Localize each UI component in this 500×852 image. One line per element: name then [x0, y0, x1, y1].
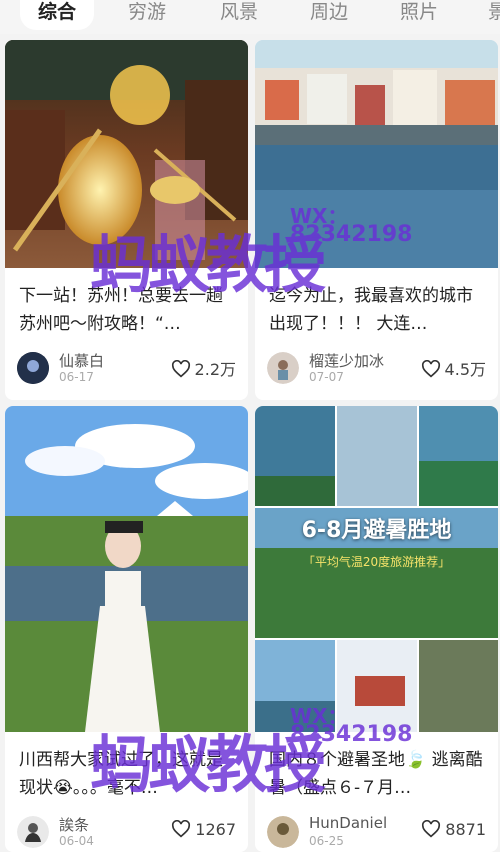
- card-meta: 誒条 06-04 1267: [17, 814, 236, 850]
- like-count: 4.5万: [444, 360, 486, 379]
- post-date: 06-25: [309, 834, 344, 848]
- like-button[interactable]: 4.5万: [421, 356, 486, 382]
- avatar[interactable]: [17, 352, 49, 384]
- heart-outline-icon: [421, 819, 441, 842]
- author-name[interactable]: 誒条: [59, 814, 89, 835]
- feed-card[interactable]: 川西帮大家试过了，这就是现状😭。。。毫不… 誒条 06-04 1267: [5, 406, 248, 852]
- card-title[interactable]: 国内８个避暑圣地🍃 逃离酷暑（盛点６-７月…: [269, 746, 488, 802]
- tab-nearby[interactable]: 周边: [310, 0, 348, 30]
- tab-more[interactable]: 景: [488, 0, 500, 30]
- poster-subhead: 「平均气温20度旅游推荐」: [302, 555, 451, 569]
- poster-headline: 6-8月避暑胜地: [301, 518, 452, 543]
- category-tabs: 综合 穷游 风景 周边 照片 景: [0, 0, 500, 34]
- card-cover-image[interactable]: [255, 40, 498, 268]
- post-date: 06-04: [59, 834, 94, 848]
- post-date: 06-17: [59, 370, 94, 384]
- tab-budget-travel[interactable]: 穷游: [128, 0, 166, 30]
- like-button[interactable]: 8871: [421, 819, 486, 842]
- heart-outline-icon: [421, 359, 441, 382]
- feed-card[interactable]: 下一站！苏州！总要去一趟苏州吧～附攻略！“… 仙慕白 06-17 2.2万: [5, 40, 248, 400]
- post-date: 07-07: [309, 370, 344, 384]
- feed-card[interactable]: 6-8月避暑胜地 「平均气温20度旅游推荐」 国内８个避暑圣地🍃 逃离酷暑（盛点…: [255, 406, 498, 852]
- card-cover-image[interactable]: [5, 406, 248, 732]
- card-cover-image[interactable]: [5, 40, 248, 268]
- card-title[interactable]: 川西帮大家试过了，这就是现状😭。。。毫不…: [19, 746, 238, 802]
- feed-card[interactable]: 迄今为止，我最喜欢的城市出现了！！！ 大连… 榴莲少加冰 07-07 4.5万: [255, 40, 498, 400]
- heart-outline-icon: [171, 359, 191, 382]
- like-button[interactable]: 2.2万: [171, 356, 236, 382]
- card-title[interactable]: 迄今为止，我最喜欢的城市出现了！！！ 大连…: [269, 282, 488, 338]
- card-meta: 仙慕白 06-17 2.2万: [17, 350, 236, 386]
- card-meta: HunDaniel 06-25 8871: [267, 814, 486, 850]
- tab-comprehensive[interactable]: 综合: [20, 0, 95, 30]
- like-count: 8871: [445, 820, 486, 839]
- tab-photos[interactable]: 照片: [400, 0, 438, 30]
- author-name[interactable]: HunDaniel: [309, 814, 387, 832]
- avatar[interactable]: [267, 816, 299, 848]
- like-count: 1267: [195, 820, 236, 839]
- like-count: 2.2万: [194, 360, 236, 379]
- heart-outline-icon: [171, 819, 191, 842]
- feed-grid: 下一站！苏州！总要去一趟苏州吧～附攻略！“… 仙慕白 06-17 2.2万 迄今…: [0, 38, 500, 852]
- avatar[interactable]: [17, 816, 49, 848]
- like-button[interactable]: 1267: [171, 819, 236, 842]
- author-name[interactable]: 仙慕白: [59, 350, 104, 371]
- avatar[interactable]: [267, 352, 299, 384]
- tab-scenery[interactable]: 风景: [220, 0, 258, 30]
- card-cover-image[interactable]: 6-8月避暑胜地 「平均气温20度旅游推荐」: [255, 406, 498, 732]
- author-name[interactable]: 榴莲少加冰: [309, 350, 384, 371]
- card-meta: 榴莲少加冰 07-07 4.5万: [267, 350, 486, 386]
- card-title[interactable]: 下一站！苏州！总要去一趟苏州吧～附攻略！“…: [19, 282, 238, 338]
